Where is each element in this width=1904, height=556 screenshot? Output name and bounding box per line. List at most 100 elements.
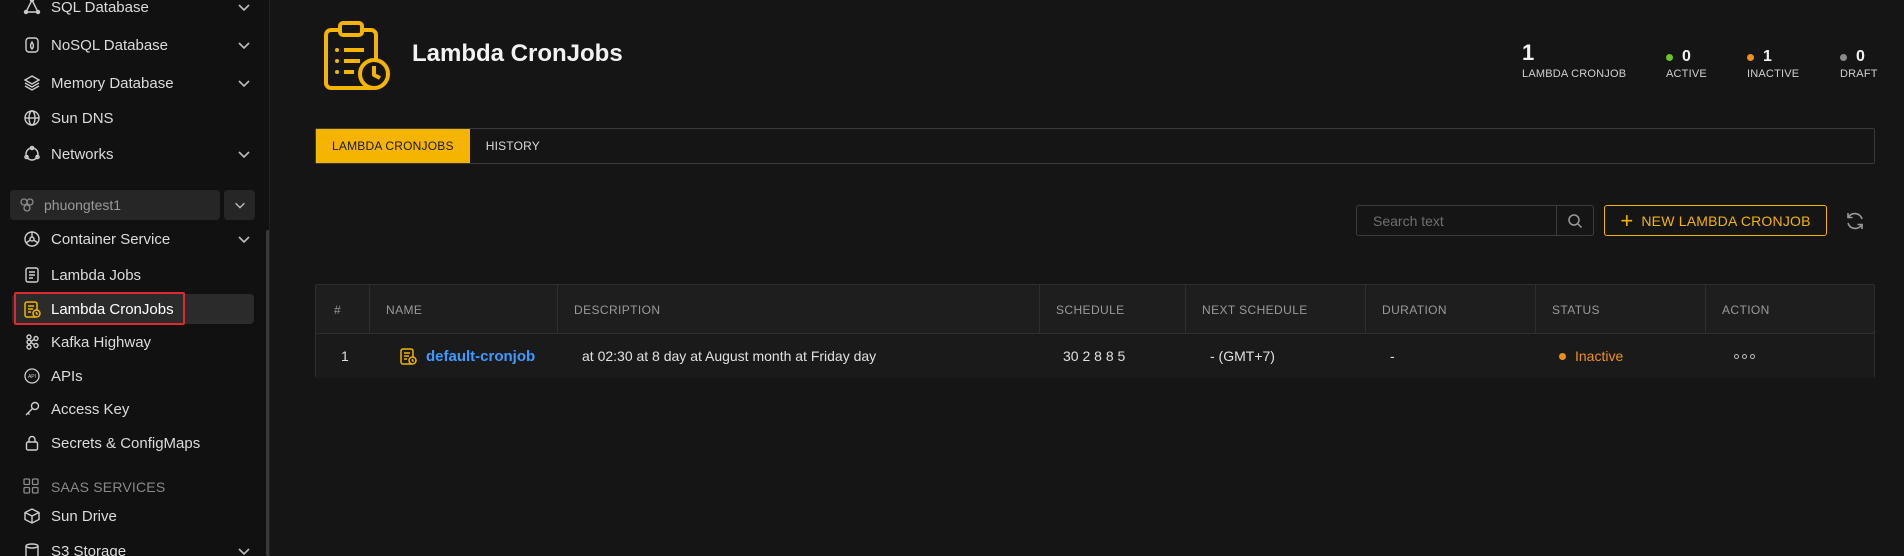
search-input[interactable]: [1356, 205, 1560, 236]
column-header-description: DESCRIPTION: [574, 302, 661, 317]
row-action: [1734, 334, 1755, 378]
search-button[interactable]: [1556, 205, 1594, 236]
stat-value: 0: [1682, 48, 1691, 65]
sidebar-item-label: Networks: [51, 145, 114, 163]
api-icon: API: [22, 366, 42, 386]
cronjobs-table: # NAME DESCRIPTION SCHEDULE NEXT SCHEDUL…: [315, 284, 1875, 378]
sidebar-item-kafka-highway[interactable]: Kafka Highway: [12, 327, 254, 357]
table-header: # NAME DESCRIPTION SCHEDULE NEXT SCHEDUL…: [316, 285, 1874, 334]
memory-database-icon: [22, 73, 42, 93]
kafka-icon: [22, 332, 42, 352]
box-icon: [22, 506, 42, 526]
project-dropdown-button[interactable]: [224, 190, 255, 220]
project-name: phuongtest1: [44, 197, 122, 213]
chevron-down-icon[interactable]: [236, 231, 252, 247]
sidebar-item-label: Sun Drive: [51, 507, 117, 525]
search-icon: [1568, 213, 1583, 228]
tab-history[interactable]: HISTORY: [470, 129, 556, 163]
section-label-saas: SAAS SERVICES: [22, 477, 165, 497]
storage-icon: [22, 541, 42, 556]
sidebar-item-memory-database[interactable]: Memory Database: [12, 68, 254, 98]
row-name-cell: default-cronjob: [398, 334, 535, 378]
project-icon: [18, 196, 36, 214]
column-header-status: STATUS: [1552, 302, 1600, 317]
status-dot-gray: [1840, 53, 1847, 61]
sidebar-item-lambda-cronjobs[interactable]: Lambda CronJobs: [12, 294, 254, 324]
sidebar-item-label: Container Service: [51, 230, 171, 248]
cronjob-icon: [398, 346, 418, 366]
stat-label: LAMBDA CRONJOB: [1522, 68, 1627, 80]
stat-active: 0 ACTIVE: [1666, 48, 1707, 80]
stat-label: INACTIVE: [1747, 68, 1800, 80]
row-index: 1: [341, 348, 349, 364]
cronjob-name-link[interactable]: default-cronjob: [426, 348, 535, 365]
page-title: Lambda CronJobs: [412, 40, 623, 67]
lock-icon: [22, 433, 42, 453]
sql-database-icon: [22, 0, 42, 17]
sidebar-item-networks[interactable]: Networks: [12, 139, 254, 169]
stat-total: 1 LAMBDA CRONJOB: [1522, 40, 1626, 80]
sidebar-item-nosql-database[interactable]: NoSQL Database: [12, 30, 254, 60]
tab-lambda-cronjobs[interactable]: LAMBDA CRONJOBS: [316, 129, 470, 163]
sidebar-item-label: Lambda Jobs: [51, 266, 142, 284]
sidebar-item-sun-dns[interactable]: Sun DNS: [12, 103, 254, 133]
row-description: at 02:30 at 8 day at August month at Fri…: [582, 348, 877, 364]
status-text: Inactive: [1575, 348, 1624, 364]
row-duration: -: [1390, 348, 1395, 364]
sidebar-item-label: Access Key: [51, 400, 130, 418]
sidebar-item-label: NoSQL Database: [51, 36, 169, 54]
column-header-action: ACTION: [1722, 302, 1770, 317]
stat-value: 1: [1763, 48, 1772, 65]
sidebar-item-access-key[interactable]: Access Key: [12, 394, 254, 424]
more-actions-icon[interactable]: [1734, 353, 1755, 359]
column-header-schedule: SCHEDULE: [1056, 302, 1125, 317]
sidebar-item-sun-drive[interactable]: Sun Drive: [12, 501, 254, 531]
sidebar-item-label: SQL Database: [51, 0, 149, 16]
column-header-duration: DURATION: [1382, 302, 1447, 317]
grid-icon: [22, 477, 42, 497]
plus-icon: +: [1620, 207, 1634, 233]
chevron-down-icon[interactable]: [236, 146, 252, 162]
row-next-schedule: - (GMT+7): [1210, 348, 1275, 364]
stat-label: DRAFT: [1840, 68, 1878, 80]
sidebar-item-label: Lambda CronJobs: [51, 300, 174, 318]
sidebar-item-s3-storage[interactable]: S3 Storage: [12, 536, 254, 556]
key-icon: [22, 399, 42, 419]
sidebar-item-container-service[interactable]: Container Service: [12, 224, 254, 254]
sidebar-item-label: Kafka Highway: [51, 333, 152, 351]
sidebar-scrollbar[interactable]: [266, 230, 269, 556]
project-selector[interactable]: phuongtest1: [10, 190, 220, 220]
sidebar-item-label: Secrets & ConfigMaps: [51, 434, 201, 452]
svg-text:API: API: [28, 374, 36, 380]
sidebar-item-label: Memory Database: [51, 74, 174, 92]
refresh-button[interactable]: [1843, 209, 1867, 233]
sidebar-item-apis[interactable]: API APIs: [12, 361, 254, 391]
refresh-icon: [1847, 212, 1863, 230]
lambda-cronjobs-icon: [22, 299, 42, 319]
chevron-down-icon[interactable]: [236, 543, 252, 556]
stat-label: ACTIVE: [1666, 68, 1707, 80]
status-badge: Inactive: [1559, 348, 1623, 364]
stat-value: 0: [1856, 48, 1865, 65]
chevron-down-icon[interactable]: [236, 0, 252, 15]
status-dot-green: [1666, 53, 1673, 61]
button-label: NEW LAMBDA CRONJOB: [1641, 212, 1811, 229]
table-row[interactable]: 1 default-cronjob at 02:30 at 8 day at A…: [316, 334, 1874, 378]
section-title: SAAS SERVICES: [51, 479, 166, 495]
lambda-jobs-icon: [22, 265, 42, 285]
status-dot: [1559, 352, 1566, 360]
sidebar-item-lambda-jobs[interactable]: Lambda Jobs: [12, 260, 254, 290]
sidebar-item-label: Sun DNS: [51, 109, 114, 127]
chevron-down-icon[interactable]: [236, 37, 252, 53]
new-lambda-cronjob-button[interactable]: + NEW LAMBDA CRONJOB: [1604, 205, 1827, 236]
column-header-name: NAME: [386, 302, 423, 317]
container-icon: [22, 229, 42, 249]
chevron-down-icon[interactable]: [236, 75, 252, 91]
sidebar-item-secrets-configmaps[interactable]: Secrets & ConfigMaps: [12, 428, 254, 458]
stat-inactive: 1 INACTIVE: [1747, 48, 1799, 80]
tab-bar: LAMBDA CRONJOBS HISTORY: [315, 128, 1875, 164]
status-dot-orange: [1747, 53, 1754, 61]
sidebar-item-sql-database[interactable]: SQL Database: [12, 0, 254, 22]
sidebar: SQL Database NoSQL Database Memory Datab…: [0, 0, 270, 556]
network-icon: [22, 144, 42, 164]
